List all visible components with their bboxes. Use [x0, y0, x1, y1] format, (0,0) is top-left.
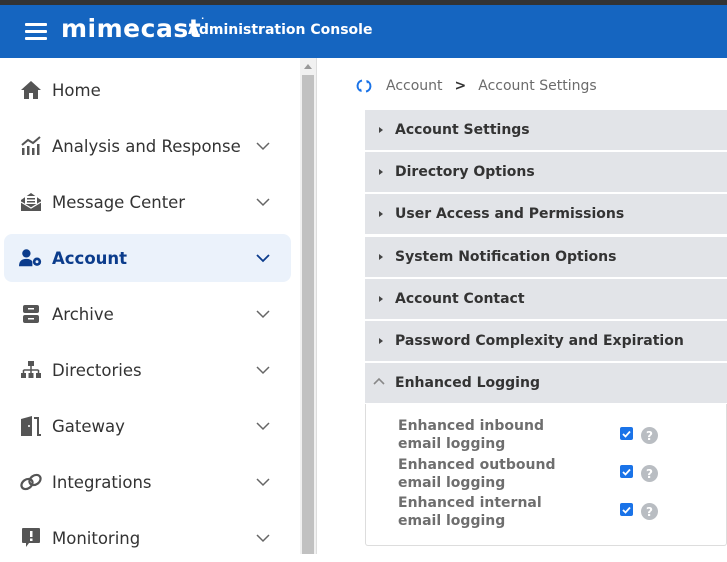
option-label: Enhanced internal email logging [398, 495, 542, 529]
breadcrumb-current: Account Settings [478, 78, 597, 94]
enhanced-logging-body: Enhanced inbound email logging ? Enhance… [365, 404, 727, 546]
caret-right-icon [379, 296, 383, 302]
panel-directory-options[interactable]: Directory Options [365, 152, 727, 192]
panel-title: Account Settings [395, 122, 530, 138]
internal-logging-checkbox[interactable] [620, 503, 633, 516]
checkmark-icon [622, 506, 631, 514]
inbound-logging-row: Enhanced inbound email logging ? [398, 417, 727, 453]
panel-account-contact[interactable]: Account Contact [365, 279, 727, 319]
panel-system-notification-options[interactable]: System Notification Options [365, 237, 727, 277]
caret-right-icon [379, 338, 383, 344]
sidebar-scrollbar[interactable] [300, 58, 317, 554]
caret-right-icon [379, 254, 383, 260]
sidebar-item-directories[interactable]: Directories [4, 346, 291, 394]
sidebar-item-message-center[interactable]: Message Center [4, 178, 291, 226]
panel-enhanced-logging[interactable]: Enhanced Logging [365, 363, 727, 403]
sidebar-item-label: Home [52, 80, 101, 100]
sidebar-nav: Home Analysis and Response Message Cente… [0, 58, 300, 554]
sidebar-item-label: Archive [52, 304, 114, 324]
help-icon[interactable]: ? [641, 427, 658, 444]
sidebar-item-label: Integrations [52, 472, 152, 492]
sidebar-item-label: Directories [52, 360, 142, 380]
menu-icon[interactable] [25, 23, 47, 41]
option-label: Enhanced outbound email logging [398, 457, 556, 491]
sidebar-item-monitoring[interactable]: Monitoring [4, 514, 291, 562]
sidebar-item-archive[interactable]: Archive [4, 290, 291, 338]
checkmark-icon [622, 430, 631, 438]
sidebar-item-account[interactable]: Account [4, 234, 291, 282]
inbound-logging-checkbox[interactable] [620, 427, 633, 440]
option-label: Enhanced inbound email logging [398, 418, 544, 452]
panel-title: User Access and Permissions [395, 206, 625, 222]
sidebar-item-home[interactable]: Home [4, 66, 291, 114]
chart-icon [19, 134, 43, 158]
caret-right-icon [379, 127, 383, 133]
panel-password-complexity-and-expiration[interactable]: Password Complexity and Expiration [365, 321, 727, 361]
sidebar-item-label: Account [52, 248, 128, 268]
chevron-down-icon[interactable] [256, 307, 270, 321]
alert-icon [19, 526, 43, 550]
sidebar-item-analysis-and-response[interactable]: Analysis and Response [4, 122, 291, 170]
breadcrumb-account-link[interactable]: Account [386, 78, 443, 94]
envelope-open-icon [19, 190, 43, 214]
panel-title: Directory Options [395, 164, 535, 180]
sidebar-item-gateway[interactable]: Gateway [4, 402, 291, 450]
panel-title: Account Contact [395, 291, 525, 307]
sidebar-item-label: Message Center [52, 192, 186, 212]
help-icon[interactable]: ? [641, 503, 658, 520]
brand-logo[interactable]: mimecast· [61, 14, 205, 43]
sidebar-item-label: Gateway [52, 416, 125, 436]
outbound-logging-checkbox[interactable] [620, 465, 633, 478]
scrollbar-thumb[interactable] [302, 75, 314, 554]
sidebar-item-integrations[interactable]: Integrations [4, 458, 291, 506]
checkmark-icon [622, 468, 631, 476]
sidebar-item-label: Analysis and Response [52, 136, 241, 156]
breadcrumb: Account > Account Settings [356, 76, 597, 96]
chevron-down-icon[interactable] [256, 139, 270, 153]
panel-user-access-and-permissions[interactable]: User Access and Permissions [365, 194, 727, 234]
chevron-down-icon[interactable] [256, 251, 270, 265]
chevron-down-icon[interactable] [256, 195, 270, 209]
chevron-up-icon [373, 377, 385, 385]
chevron-down-icon[interactable] [256, 363, 270, 377]
help-icon[interactable]: ? [641, 465, 658, 482]
outbound-logging-row: Enhanced outbound email logging ? [398, 456, 727, 492]
internal-logging-row: Enhanced internal email logging ? [398, 494, 727, 530]
home-icon [19, 78, 43, 102]
panel-title: Password Complexity and Expiration [395, 333, 684, 349]
scroll-up-arrow-icon[interactable] [304, 64, 312, 69]
sidebar-item-label: Monitoring [52, 528, 141, 548]
archive-icon [19, 302, 43, 326]
console-title: Administration Console [188, 22, 373, 38]
panel-account-settings[interactable]: Account Settings [365, 110, 727, 150]
panel-title: Enhanced Logging [395, 375, 540, 391]
caret-right-icon [379, 169, 383, 175]
breadcrumb-separator-icon: > [454, 78, 467, 94]
chevron-down-icon[interactable] [256, 531, 270, 545]
sitemap-icon [19, 358, 43, 382]
chevron-down-icon[interactable] [256, 475, 270, 489]
brand-name: mimecast [61, 14, 202, 43]
panel-title: System Notification Options [395, 249, 617, 265]
link-icon [19, 470, 43, 494]
app-header: mimecast· Administration Console [0, 5, 727, 58]
refresh-icon[interactable] [356, 78, 372, 94]
user-gear-icon [19, 246, 43, 270]
chevron-down-icon[interactable] [256, 419, 270, 433]
caret-right-icon [379, 211, 383, 217]
door-icon [19, 414, 43, 438]
